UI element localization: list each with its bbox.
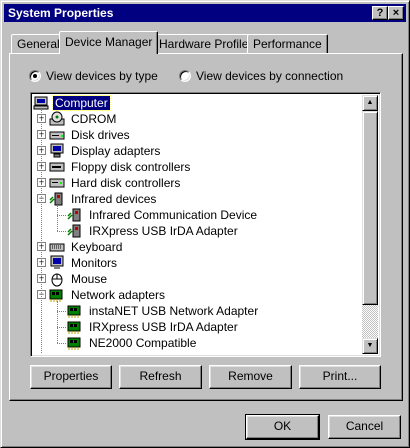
tab-general[interactable]: General (11, 34, 66, 54)
tree-item-label: IRXpress USB IrDA Adapter (89, 224, 238, 238)
tree-item-label: CDROM (71, 112, 117, 126)
device-tree[interactable]: Computer CDROM + Disk drives + Display adapte… (30, 92, 381, 357)
tree-connector (57, 301, 58, 343)
tab-hardware-profiles[interactable]: Hardware Profiles (153, 34, 261, 54)
scroll-down-button[interactable]: ▼ (362, 338, 378, 354)
tree-item[interactable]: Disk drives (49, 127, 132, 143)
tree-connector (57, 215, 66, 216)
network-adapter-icon (67, 335, 83, 351)
cancel-button[interactable]: Cancel (328, 415, 401, 439)
scroll-up-button[interactable]: ▲ (362, 95, 378, 111)
system-properties-window: System Properties ? × General Device Man… (0, 0, 410, 448)
monitor-icon (49, 255, 65, 271)
window-title: System Properties (8, 6, 114, 20)
tree-item[interactable]: Mouse (49, 271, 109, 287)
cdrom-icon (49, 111, 65, 127)
tree-connector (57, 311, 66, 312)
keyboard-icon (49, 239, 65, 255)
tab-device-manager[interactable]: Device Manager (59, 31, 159, 54)
properties-button[interactable]: Properties (30, 365, 112, 389)
scroll-thumb[interactable] (362, 111, 378, 305)
tree-item[interactable]: IRXpress USB IrDA Adapter (67, 319, 240, 335)
refresh-button[interactable]: Refresh (119, 365, 202, 389)
tree-item[interactable]: Display adapters (49, 143, 162, 159)
view-by-connection-radio[interactable]: View devices by connection (179, 69, 343, 83)
tree-item-label: Infrared devices (71, 192, 157, 206)
radio-unchecked-icon (179, 70, 191, 82)
tree-item-label: instaNET USB Network Adapter (89, 304, 259, 318)
mouse-icon (49, 271, 65, 287)
view-by-connection-label: View devices by connection (196, 69, 344, 83)
tree-item[interactable]: Keyboard (49, 239, 124, 255)
tree-item[interactable]: Monitors (49, 255, 119, 271)
tab-label: Performance (253, 37, 322, 51)
remove-button[interactable]: Remove (209, 365, 292, 389)
tree-item-label: Monitors (71, 256, 118, 270)
tree-item[interactable]: Ports (COM & LPT) (49, 351, 177, 354)
infrared-icon (67, 207, 83, 223)
network-adapter-icon (67, 303, 83, 319)
tab-label: Hardware Profiles (159, 37, 255, 51)
tree-connector (57, 205, 58, 231)
tree-item[interactable]: Hard disk controllers (49, 175, 182, 191)
tree-item-label: Disk drives (71, 128, 130, 142)
display-adapter-icon (49, 143, 65, 159)
tree-connector (41, 109, 42, 354)
disk-drive-icon (49, 127, 65, 143)
floppy-controller-icon (49, 159, 65, 175)
title-bar[interactable]: System Properties ? × (4, 4, 406, 22)
ok-button[interactable]: OK (245, 414, 320, 440)
tree-item[interactable]: Infrared devices (49, 191, 158, 207)
tree-item-label: NE2000 Compatible (89, 336, 197, 350)
view-by-type-radio[interactable]: View devices by type (29, 69, 158, 83)
tree-item-label: Computer (52, 95, 111, 111)
infrared-icon (67, 223, 83, 239)
tree-connector (57, 231, 66, 232)
tree-item[interactable]: instaNET USB Network Adapter (67, 303, 260, 319)
hard-disk-controller-icon (49, 175, 65, 191)
tree-item[interactable]: CDROM (49, 111, 118, 127)
tab-performance[interactable]: Performance (247, 34, 328, 54)
radio-checked-icon (29, 70, 41, 82)
device-tree-list[interactable]: Computer CDROM + Disk drives + Display adapte… (33, 95, 364, 354)
port-icon (49, 351, 65, 354)
tree-item-label: Keyboard (71, 240, 123, 254)
vertical-scrollbar[interactable]: ▲ ▼ (362, 95, 378, 354)
print-button[interactable]: Print... (299, 365, 381, 389)
tree-item-label: Infrared Communication Device (89, 208, 258, 222)
help-button[interactable]: ? (372, 6, 388, 20)
tree-item-label: Mouse (71, 272, 108, 286)
view-by-type-label: View devices by type (46, 69, 158, 83)
tree-connector (57, 343, 66, 344)
tree-item[interactable]: NE2000 Compatible (67, 335, 198, 351)
close-button[interactable]: × (388, 6, 404, 20)
tree-item-label: IRXpress USB IrDA Adapter (89, 320, 238, 334)
tree-item-label: Floppy disk controllers (71, 160, 191, 174)
tree-item-label: Hard disk controllers (71, 176, 181, 190)
tree-connector (57, 327, 66, 328)
tab-label: Device Manager (65, 35, 153, 49)
tree-item-label: Ports (COM & LPT) (69, 352, 177, 354)
tree-item[interactable]: Floppy disk controllers (49, 159, 192, 175)
tree-item[interactable]: Computer (33, 95, 111, 111)
tab-label: General (17, 37, 60, 51)
tree-item-label: Network adapters (71, 288, 166, 302)
tree-item[interactable]: Network adapters (49, 287, 167, 303)
tree-item[interactable]: Infrared Communication Device (67, 207, 259, 223)
tree-item[interactable]: IRXpress USB IrDA Adapter (67, 223, 240, 239)
tree-item-label: Display adapters (71, 144, 161, 158)
network-adapter-icon (67, 319, 83, 335)
